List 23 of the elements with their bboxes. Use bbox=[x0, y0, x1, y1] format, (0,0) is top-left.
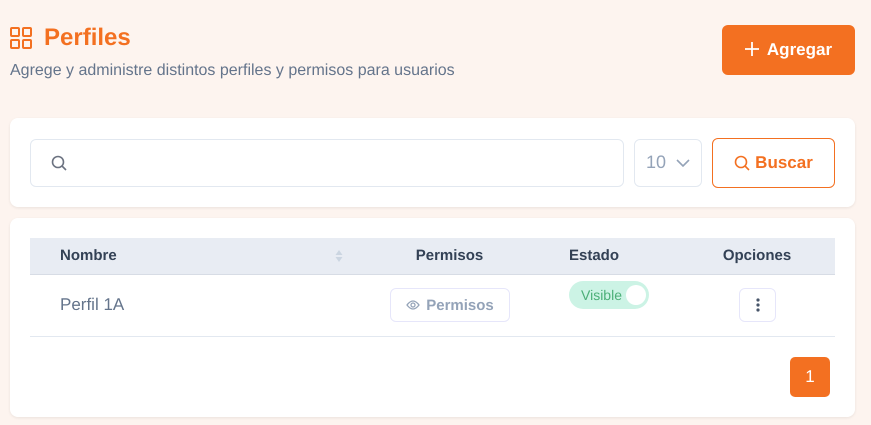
column-header: Estado bbox=[550, 238, 680, 274]
column-header: Permisos bbox=[350, 238, 550, 274]
column-header: Nombre bbox=[30, 238, 350, 274]
permissions-button[interactable]: Permisos bbox=[390, 288, 510, 322]
table-cell: Perfil 1A bbox=[30, 274, 350, 336]
page-subtitle: Agrege y administre distintos perfiles y permisos para usuarios bbox=[10, 62, 455, 80]
eye-icon bbox=[406, 300, 420, 310]
page-size-select[interactable]: 10 bbox=[634, 138, 702, 186]
more-button[interactable] bbox=[739, 288, 776, 322]
more-icon bbox=[756, 298, 760, 312]
plus-icon bbox=[744, 42, 759, 56]
page-button[interactable]: 1 bbox=[790, 356, 830, 396]
chevron-down-icon bbox=[676, 158, 690, 166]
search-button[interactable]: Buscar bbox=[712, 138, 835, 188]
add-button[interactable]: Agregar bbox=[722, 25, 855, 75]
search-field[interactable] bbox=[30, 138, 624, 186]
status-toggle[interactable]: Visible bbox=[569, 280, 649, 308]
search-icon bbox=[734, 154, 750, 170]
search-icon bbox=[51, 154, 67, 170]
grid-icon bbox=[10, 27, 32, 49]
column-header: Opciones bbox=[680, 238, 835, 274]
page-title: Perfiles bbox=[44, 24, 131, 52]
sort-icon[interactable] bbox=[335, 248, 343, 263]
